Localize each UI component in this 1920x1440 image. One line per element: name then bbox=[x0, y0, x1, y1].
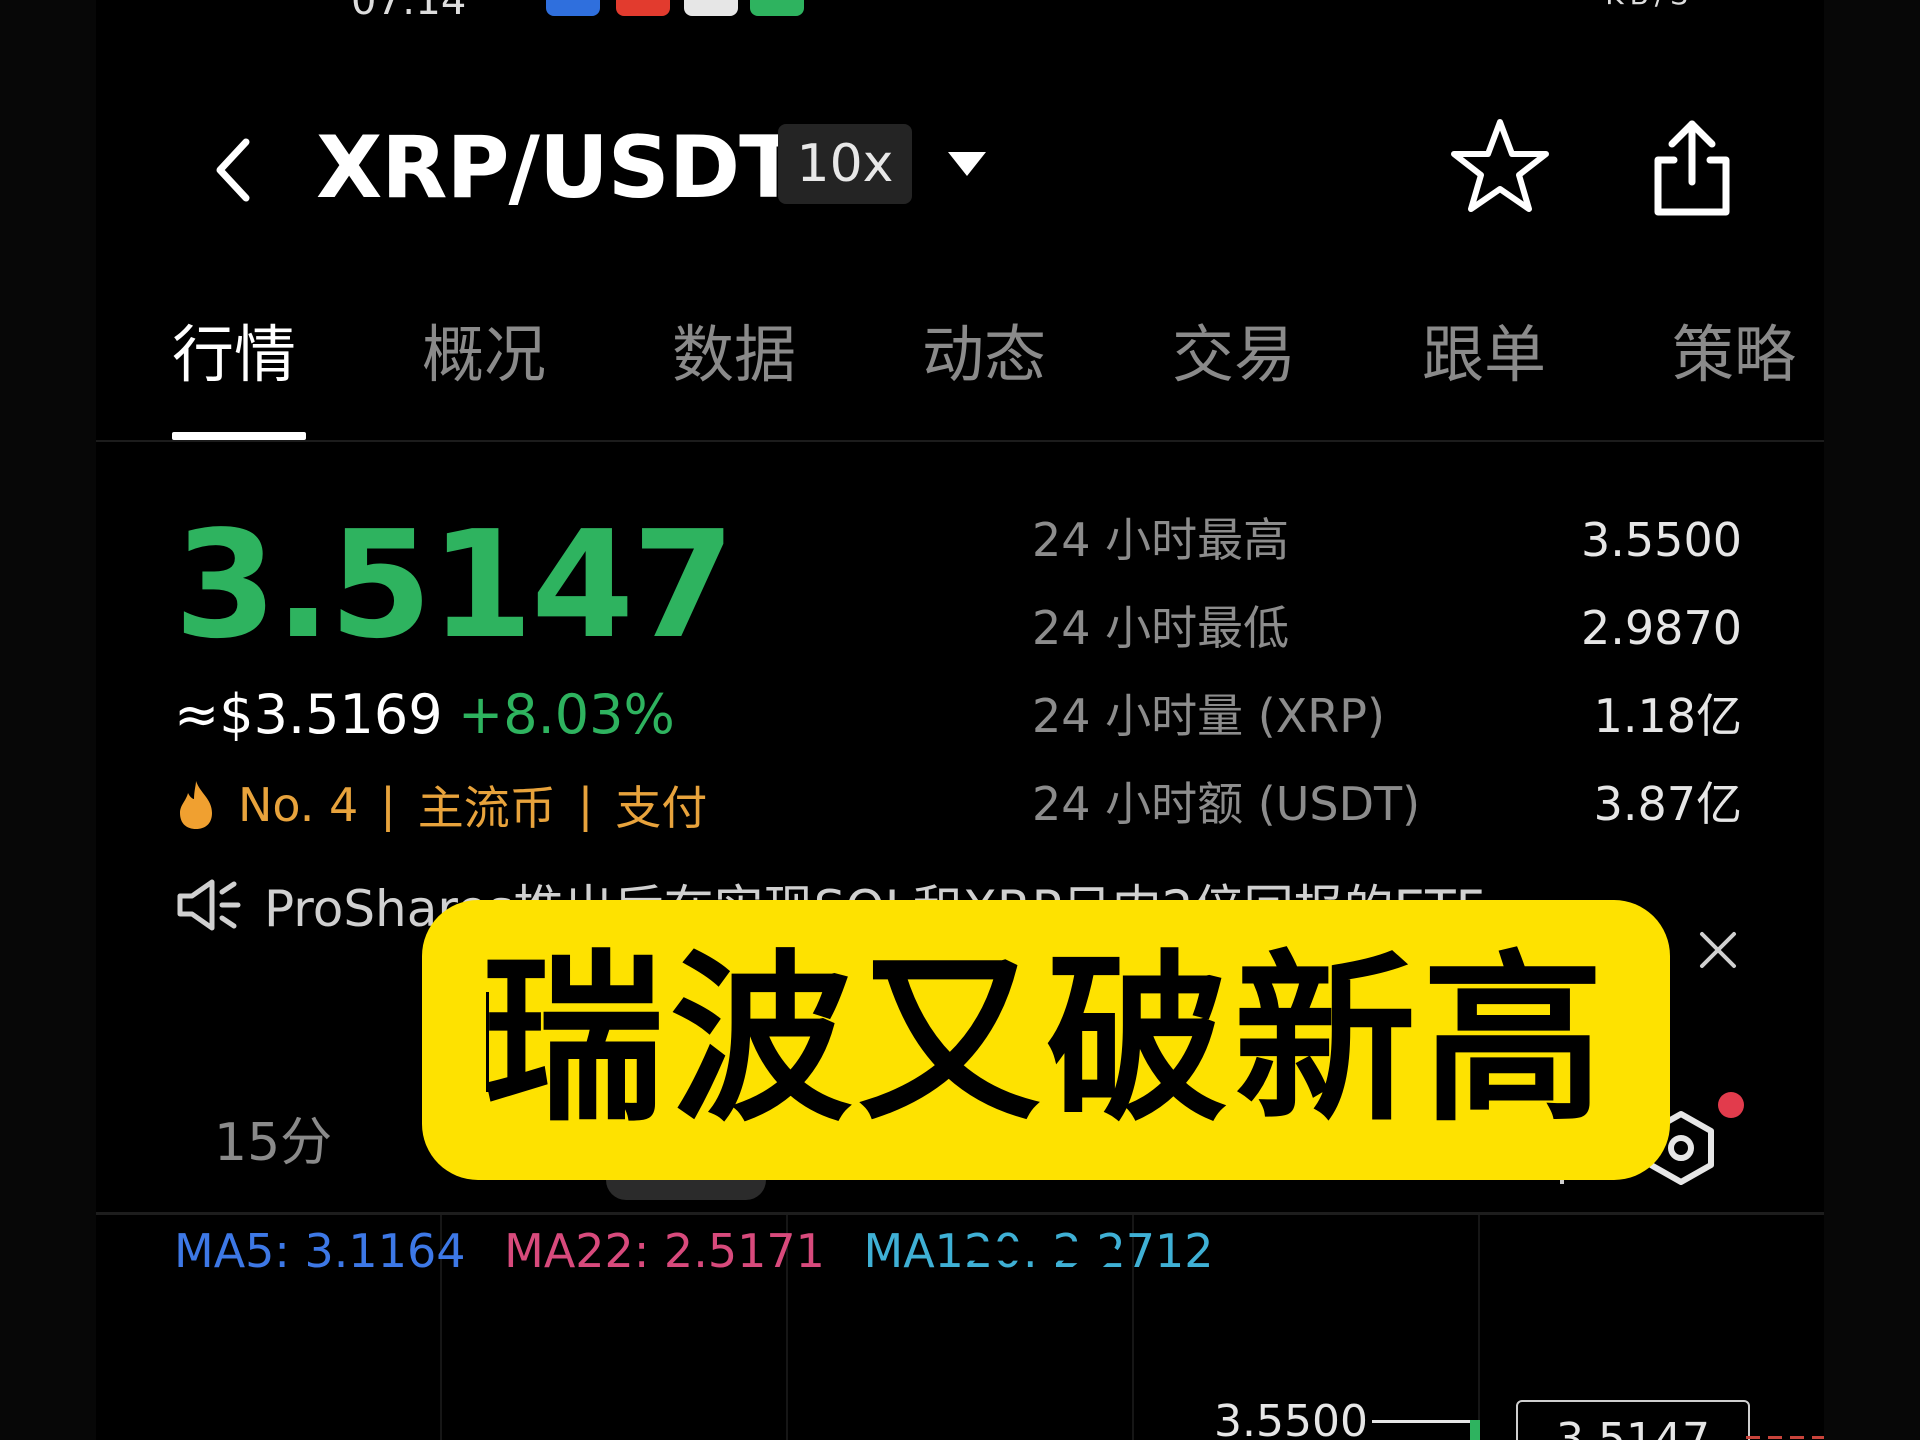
tabs-divider bbox=[96, 440, 1824, 442]
share-icon[interactable] bbox=[1644, 116, 1740, 220]
app-screen: 07:14 KB/S XRP/USDT 10x 行情 概况 数据 动态 交易 跟… bbox=[96, 0, 1824, 1440]
24h-stats: 24 小时最高 3.5500 24 小时最低 2.9870 24 小时量 (XR… bbox=[1032, 505, 1742, 857]
ma5-value: MA5: 3.1164 bbox=[174, 1224, 466, 1278]
stat-label: 24 小时最高 bbox=[1032, 513, 1290, 567]
status-app-icon bbox=[750, 0, 804, 16]
pair-title[interactable]: XRP/USDT bbox=[316, 118, 798, 218]
right-edge-backdrop bbox=[1824, 0, 1920, 1440]
tab-strategy[interactable]: 策略 bbox=[1672, 310, 1796, 400]
stat-value: 1.18亿 bbox=[1593, 689, 1742, 743]
stat-value: 3.5500 bbox=[1581, 513, 1742, 567]
status-time: 07:14 bbox=[351, 0, 466, 22]
price-change-percent: +8.03% bbox=[458, 683, 675, 746]
active-tab-indicator bbox=[172, 432, 306, 440]
tag-separator: | bbox=[577, 778, 594, 832]
current-price-line bbox=[1746, 1436, 1824, 1439]
interval-selector[interactable]: 15分 bbox=[214, 1108, 332, 1178]
rank-tag[interactable]: No. 4 bbox=[238, 778, 358, 832]
tab-market[interactable]: 行情 bbox=[172, 310, 296, 400]
status-network-speed: KB/S bbox=[1605, 0, 1694, 11]
tab-copy-trading[interactable]: 跟单 bbox=[1422, 310, 1546, 400]
fire-icon bbox=[180, 781, 212, 829]
overlay-caption-banner: 瑞波又破新高了 bbox=[422, 900, 1670, 1426]
status-bar: 07:14 KB/S bbox=[96, 0, 1824, 22]
overlay-caption: 瑞波又破新高了 bbox=[482, 934, 1610, 1426]
usd-equivalent-price: ≈$3.5169 bbox=[174, 683, 443, 746]
notification-dot bbox=[1718, 1092, 1744, 1118]
stat-row-low: 24 小时最低 2.9870 bbox=[1032, 593, 1742, 681]
stat-value: 2.9870 bbox=[1581, 601, 1742, 655]
tab-trade[interactable]: 交易 bbox=[1172, 310, 1296, 400]
back-icon[interactable] bbox=[204, 130, 264, 210]
category-tag-payment[interactable]: 支付 bbox=[615, 772, 707, 838]
grid-line bbox=[1478, 1215, 1480, 1440]
category-tag-mainstream[interactable]: 主流币 bbox=[418, 772, 556, 838]
tab-feed[interactable]: 动态 bbox=[922, 310, 1046, 400]
stat-label: 24 小时额 (USDT) bbox=[1032, 777, 1421, 831]
last-price: 3.5147 bbox=[174, 499, 735, 671]
left-edge-backdrop bbox=[0, 0, 96, 1440]
stat-label: 24 小时量 (XRP) bbox=[1032, 689, 1385, 743]
status-app-icon bbox=[616, 0, 670, 16]
stat-row-volume: 24 小时量 (XRP) 1.18亿 bbox=[1032, 681, 1742, 769]
tag-separator: | bbox=[380, 778, 396, 832]
leverage-badge[interactable]: 10x bbox=[778, 124, 912, 204]
stat-row-high: 24 小时最高 3.5500 bbox=[1032, 505, 1742, 593]
stat-row-turnover: 24 小时额 (USDT) 3.87亿 bbox=[1032, 769, 1742, 857]
status-app-icon bbox=[546, 0, 600, 16]
status-app-icon bbox=[684, 0, 738, 16]
close-icon[interactable] bbox=[1696, 928, 1740, 972]
star-icon[interactable] bbox=[1448, 114, 1552, 218]
speaker-icon bbox=[177, 879, 241, 931]
asset-tags: No. 4 | 主流币 | 支付 bbox=[176, 770, 707, 840]
stat-value: 3.87亿 bbox=[1593, 777, 1742, 831]
chart-high-label: 3.5500 bbox=[1214, 1396, 1368, 1440]
candle bbox=[1470, 1420, 1480, 1440]
tab-data[interactable]: 数据 bbox=[672, 310, 796, 400]
ma22-value: MA22: 2.5171 bbox=[504, 1224, 825, 1278]
tab-bar: 行情 概况 数据 动态 交易 跟单 策略 bbox=[96, 310, 1824, 440]
current-price-tag: 3.5147 bbox=[1516, 1400, 1750, 1440]
dropdown-icon[interactable] bbox=[948, 152, 986, 176]
tab-overview[interactable]: 概况 bbox=[422, 310, 546, 400]
chart-high-line bbox=[1372, 1420, 1478, 1423]
stat-label: 24 小时最低 bbox=[1032, 601, 1290, 655]
